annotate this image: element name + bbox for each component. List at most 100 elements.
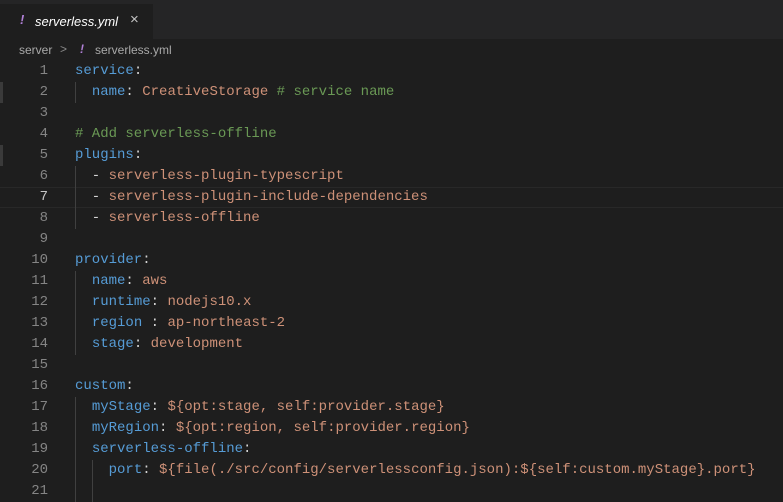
code-editor[interactable]: 1 service: 2 name: CreativeStorage # servi… <box>0 61 783 502</box>
code-line[interactable]: 6 - serverless-plugin-typescript <box>0 166 783 187</box>
breadcrumb-file[interactable]: serverless.yml <box>95 43 172 57</box>
code-text: plugins: <box>75 145 142 166</box>
code-line[interactable]: 2 name: CreativeStorage # service name <box>0 82 783 103</box>
code-line[interactable]: 15 <box>0 355 783 376</box>
breadcrumb-folder[interactable]: server <box>19 43 52 57</box>
code-line[interactable]: 14 stage: development <box>0 334 783 355</box>
code-token: : <box>150 294 168 310</box>
chevron-right-icon: > <box>60 42 68 56</box>
indent-guide <box>92 460 93 502</box>
code-text: provider: <box>75 250 151 271</box>
indent-guide <box>75 271 76 355</box>
code-token: region <box>91 315 143 331</box>
code-line[interactable]: 16 custom: <box>0 376 783 397</box>
line-number: 6 <box>39 168 48 184</box>
line-number: 14 <box>31 336 48 352</box>
line-number: 5 <box>39 147 48 163</box>
code-line[interactable]: 3 <box>0 103 783 124</box>
code-token: ${opt:region, self:provider.region} <box>175 420 470 436</box>
indent-guide <box>75 82 76 103</box>
code-token: - <box>75 210 109 226</box>
tab-label: serverless.yml <box>35 14 119 29</box>
code-token: - <box>75 168 109 184</box>
line-number: 3 <box>39 105 48 121</box>
code-token: # Add serverless-offline <box>75 126 277 142</box>
yaml-file-icon: ! <box>20 12 25 27</box>
code-token: - <box>75 189 109 205</box>
close-icon[interactable]: × <box>130 12 139 27</box>
code-line[interactable]: 5 plugins: <box>0 145 783 166</box>
code-line[interactable]: 20 port: ${file(./src/config/serverlessc… <box>0 460 783 481</box>
code-text: myRegion: ${opt:region, self:provider.re… <box>75 418 470 439</box>
code-token: # service name <box>276 84 395 100</box>
code-token: serverless-plugin-include-dependencies <box>108 189 428 205</box>
code-text: serverless-offline: <box>75 439 252 460</box>
code-token: nodejs10.x <box>167 294 252 310</box>
code-text: name: aws <box>75 271 168 292</box>
code-text: runtime: nodejs10.x <box>75 292 252 313</box>
code-token: : <box>125 273 143 289</box>
code-token: port <box>108 462 143 478</box>
code-token: : <box>142 252 151 268</box>
indent-guide <box>75 166 76 229</box>
code-token: service <box>75 63 134 79</box>
code-token: plugins <box>75 147 134 163</box>
code-text: custom: <box>75 376 134 397</box>
gutter-change-marker <box>0 145 3 166</box>
code-text: service: <box>75 61 142 82</box>
code-token: serverless-offline <box>91 441 244 457</box>
code-token: custom <box>75 378 126 394</box>
code-line[interactable]: 17 myStage: ${opt:stage, self:provider.s… <box>0 397 783 418</box>
code-token: myStage <box>91 399 151 415</box>
code-line[interactable]: 9 <box>0 229 783 250</box>
code-text: stage: development <box>75 334 243 355</box>
code-token: runtime <box>91 294 151 310</box>
code-line[interactable]: 8 - serverless-offline <box>0 208 783 229</box>
yaml-file-icon: ! <box>80 42 84 56</box>
tab-bar: ! serverless.yml × <box>0 0 783 39</box>
tab-serverless-yml[interactable]: ! serverless.yml × <box>0 4 153 39</box>
line-number: 1 <box>39 63 48 79</box>
line-number: 9 <box>39 231 48 247</box>
code-line[interactable]: 10 provider: <box>0 250 783 271</box>
breadcrumb: server > ! serverless.yml <box>0 39 783 61</box>
code-line[interactable]: 13 region : ap-northeast-2 <box>0 313 783 334</box>
gutter-change-marker <box>0 82 3 103</box>
code-token: : <box>142 315 168 331</box>
code-line[interactable]: 1 service: <box>0 61 783 82</box>
line-number: 17 <box>31 399 48 415</box>
code-token: ${opt:stage, self:provider.stage} <box>167 399 445 415</box>
code-text: # Add serverless-offline <box>75 124 277 145</box>
code-token: : <box>125 378 134 394</box>
code-text: name: CreativeStorage # service name <box>75 82 394 103</box>
line-number: 7 <box>39 189 48 205</box>
code-text: region : ap-northeast-2 <box>75 313 285 334</box>
code-token: : <box>243 441 252 457</box>
line-number: 8 <box>39 210 48 226</box>
line-number: 4 <box>39 126 48 142</box>
code-token: serverless-plugin-typescript <box>108 168 344 184</box>
code-line[interactable]: 7 - serverless-plugin-include-dependenci… <box>0 187 783 208</box>
indent-guide <box>75 397 76 502</box>
code-token: serverless-offline <box>108 210 260 226</box>
code-text: - serverless-plugin-typescript <box>75 166 344 187</box>
code-line[interactable]: 11 name: aws <box>0 271 783 292</box>
code-token: myRegion <box>91 420 160 436</box>
code-line[interactable]: 19 serverless-offline: <box>0 439 783 460</box>
line-number: 12 <box>31 294 48 310</box>
code-line[interactable]: 4 # Add serverless-offline <box>0 124 783 145</box>
code-text: - serverless-plugin-include-dependencies <box>75 187 428 208</box>
code-token: ap-northeast-2 <box>167 315 286 331</box>
code-token: : <box>133 147 143 163</box>
line-number: 20 <box>31 462 48 478</box>
code-text: port: ${file(./src/config/serverlessconf… <box>75 460 756 481</box>
code-line[interactable]: 12 runtime: nodejs10.x <box>0 292 783 313</box>
line-number: 15 <box>31 357 48 373</box>
code-line[interactable]: 18 myRegion: ${opt:region, self:provider… <box>0 418 783 439</box>
code-token: : <box>159 420 176 436</box>
